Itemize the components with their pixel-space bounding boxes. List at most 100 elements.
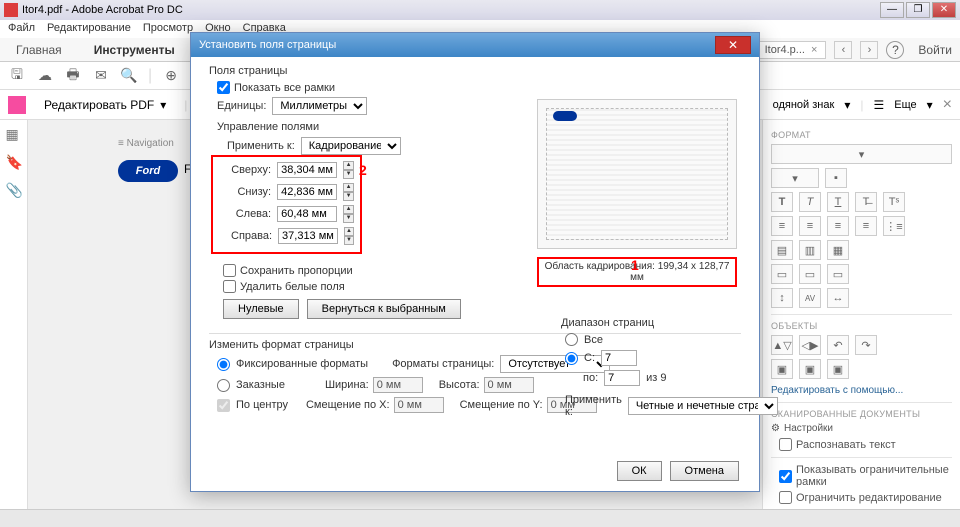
watermark-label[interactable]: одяной знак [773,99,835,111]
show-frames-checkbox[interactable] [779,470,792,483]
font-dropdown[interactable]: ▾ [771,144,952,164]
revert-button[interactable]: Вернуться к выбранным [307,299,461,319]
zero-button[interactable]: Нулевые [223,299,299,319]
to-label: по: [583,372,598,384]
units-select[interactable]: Миллиметры [272,97,367,115]
align-left-button[interactable]: ≡ [771,216,793,236]
print-icon[interactable]: 🖶 [64,67,82,85]
rotate-left-button[interactable]: ↶ [827,335,849,355]
align-middle-button[interactable]: ▥ [799,240,821,260]
more-label[interactable]: Еще [894,99,916,111]
width-label: Ширина: [325,379,369,391]
show-all-frames-label: Показать все рамки [234,82,335,94]
arrange2-button[interactable]: ▣ [799,359,821,379]
top-spinner[interactable]: ▲▼ [343,161,354,179]
more-icon[interactable]: ☰ [873,98,884,112]
menu-edit[interactable]: Редактирование [47,22,131,36]
login-link[interactable]: Войти [918,43,952,57]
bookmark-icon[interactable]: 🔖 [6,154,22,170]
rotate-right-button[interactable]: ↷ [855,335,877,355]
color-button[interactable]: ▪ [825,168,847,188]
all-pages-radio[interactable] [565,333,578,346]
limit-edit-checkbox[interactable] [779,491,792,504]
chevron-down-icon: ▾ [844,98,850,112]
from-input[interactable] [601,350,637,366]
thumbnails-icon[interactable]: ▦ [6,126,22,142]
close-panel-icon[interactable]: × [943,96,952,114]
form3-button[interactable]: ▭ [827,264,849,284]
right-input[interactable] [278,228,338,244]
settings-link[interactable]: Настройки [784,423,833,434]
tab-home[interactable]: Главная [8,39,70,61]
show-all-frames-checkbox[interactable] [217,81,230,94]
super-button[interactable]: Tˢ [883,192,905,212]
keep-proportions-checkbox[interactable] [223,264,236,277]
minimize-button[interactable]: — [880,2,904,18]
form2-button[interactable]: ▭ [799,264,821,284]
flip-v-button[interactable]: ◁▶ [799,335,821,355]
page-range-heading: Диапазон страниц [561,317,751,329]
spacing2-button[interactable]: AV [799,288,821,308]
custom-radio[interactable] [217,379,230,392]
ok-button[interactable]: ОК [617,461,662,481]
search-icon[interactable]: 🔍 [120,67,138,85]
next-page-button[interactable]: › [860,41,878,59]
help-icon[interactable]: ? [886,41,904,59]
bullets-button[interactable]: ⋮≡ [883,216,905,236]
arrange3-button[interactable]: ▣ [827,359,849,379]
apply-to-select[interactable]: Кадрирование [301,137,401,155]
tab-tools[interactable]: Инструменты [86,39,183,61]
align-right-button[interactable]: ≡ [827,216,849,236]
document-tab[interactable]: Itor4.p... × [756,41,827,59]
cloud-icon[interactable]: ☁ [36,67,54,85]
attachment-icon[interactable]: 📎 [6,182,22,198]
mail-icon[interactable]: ✉ [92,67,110,85]
justify-button[interactable]: ≡ [855,216,877,236]
strike-button[interactable]: T̶ [855,192,877,212]
spacing3-button[interactable]: ↔ [827,288,849,308]
left-spinner[interactable]: ▲▼ [343,205,354,223]
prev-page-button[interactable]: ‹ [834,41,852,59]
remove-white-label: Удалить белые поля [240,281,345,293]
document-tab-close-icon[interactable]: × [811,44,817,56]
show-frames-label: Показывать ограничительные рамки [796,464,952,488]
bottom-input[interactable] [277,184,337,200]
dialog-close-button[interactable]: ✕ [715,36,751,54]
fixed-formats-radio[interactable] [217,358,230,371]
page-up-icon[interactable]: ⊕ [162,67,180,85]
align-center-button[interactable]: ≡ [799,216,821,236]
edit-pdf-label: Редактировать PDF [44,98,154,112]
to-input[interactable] [604,370,640,386]
menu-view[interactable]: Просмотр [143,22,193,36]
right-spinner[interactable]: ▲▼ [344,227,354,245]
edit-with-link[interactable]: Редактировать с помощью... [771,385,952,396]
save-icon[interactable]: 🖫 [8,67,26,85]
bold-button[interactable]: T [771,192,793,212]
all-pages-label: Все [584,334,603,346]
from-page-radio[interactable] [565,352,578,365]
apply-to2-select[interactable]: Четные и нечетные страницы [628,397,778,415]
top-input[interactable] [277,162,337,178]
centered-label: По центру [236,399,288,411]
maximize-button[interactable]: ❐ [906,2,930,18]
bottom-spinner[interactable]: ▲▼ [343,183,354,201]
left-input[interactable] [277,206,337,222]
close-button[interactable]: ✕ [932,2,956,18]
flip-h-button[interactable]: ▲▽ [771,335,793,355]
size-dropdown[interactable]: ▾ [771,168,819,188]
gear-icon[interactable]: ⚙ [771,423,780,434]
form-button[interactable]: ▭ [771,264,793,284]
underline-button[interactable]: T [827,192,849,212]
align-bottom-button[interactable]: ▦ [827,240,849,260]
arrange1-button[interactable]: ▣ [771,359,793,379]
scanned-heading: СКАНИРОВАННЫЕ ДОКУМЕНТЫ [771,409,952,419]
cancel-button[interactable]: Отмена [670,461,739,481]
align-top-button[interactable]: ▤ [771,240,793,260]
set-page-boxes-dialog: Установить поля страницы ✕ Поля страницы… [190,32,760,492]
edit-pdf-dropdown[interactable]: Редактировать PDF ▾ [36,94,174,116]
recognize-checkbox[interactable] [779,438,792,451]
spacing1-button[interactable]: ↕ [771,288,793,308]
remove-white-checkbox[interactable] [223,280,236,293]
italic-button[interactable]: T [799,192,821,212]
menu-file[interactable]: Файл [8,22,35,36]
